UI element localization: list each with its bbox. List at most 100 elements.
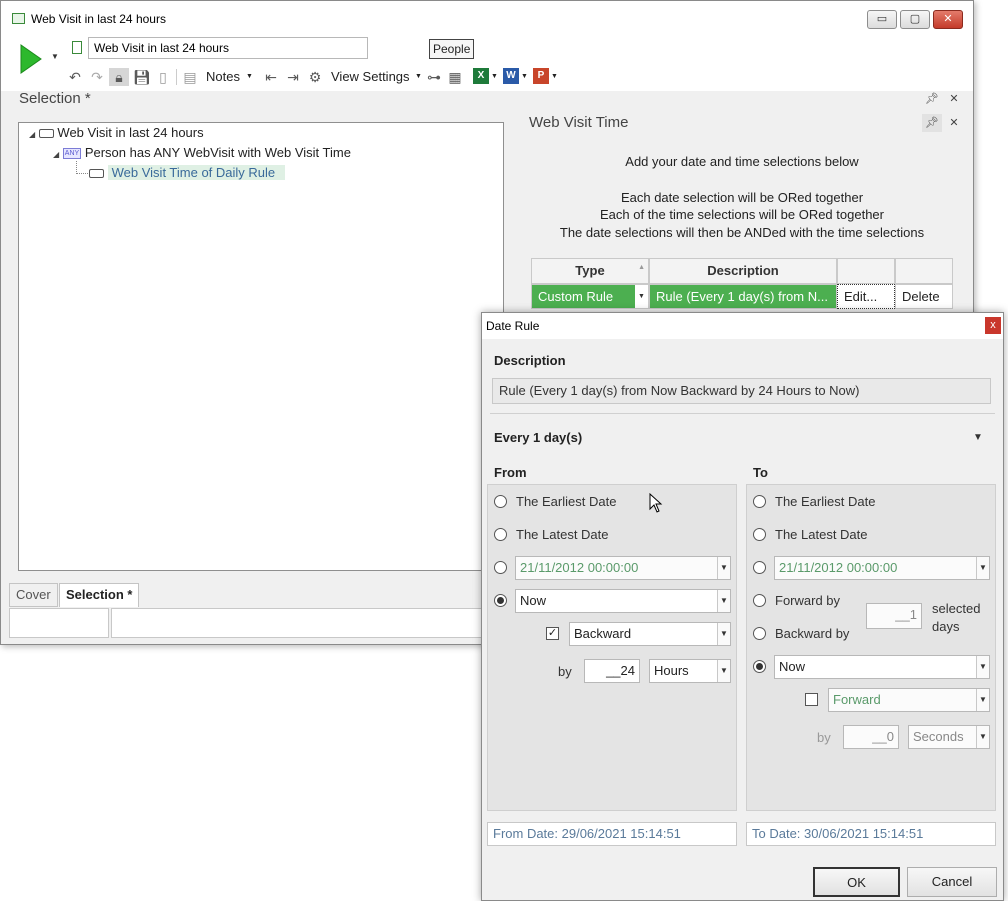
from-earliest-radio[interactable] xyxy=(494,495,507,508)
to-latest-radio[interactable] xyxy=(753,528,766,541)
to-earliest-label: The Earliest Date xyxy=(775,494,876,509)
run-dropdown-icon[interactable]: ▼ xyxy=(51,52,59,61)
undo-icon[interactable]: ↶ xyxy=(67,68,83,86)
sort-icon: ▲ xyxy=(638,264,645,271)
date-rule-dialog: Date Rule x Description Rule (Every 1 da… xyxy=(481,312,1004,901)
from-latest-radio[interactable] xyxy=(494,528,507,541)
chevron-down-icon: ▼ xyxy=(976,726,989,748)
status-cell-1 xyxy=(9,608,109,638)
notes-dropdown-icon[interactable]: ▼ xyxy=(246,73,253,80)
table-row-description[interactable]: Rule (Every 1 day(s) from N... xyxy=(649,284,837,309)
powerpoint-dropdown-icon[interactable]: ▼ xyxy=(551,73,558,80)
save-icon[interactable]: 💾︎ xyxy=(133,68,151,86)
from-date-picker[interactable]: 21/11/2012 00:00:00 ▼ xyxy=(515,556,731,580)
edit-rule-button[interactable]: Edit... xyxy=(837,284,895,309)
dialog-close-button[interactable]: x xyxy=(985,317,1001,334)
powerpoint-icon[interactable]: P xyxy=(533,68,549,84)
grid-icon[interactable]: ▦ xyxy=(447,68,463,86)
to-direction-checkbox[interactable] xyxy=(805,693,818,706)
from-now-radio[interactable] xyxy=(494,594,507,607)
from-label: From xyxy=(494,465,527,480)
table-row-type[interactable]: Custom Rule ▼ xyxy=(531,284,649,309)
selection-name-input[interactable]: Web Visit in last 24 hours xyxy=(88,37,368,59)
chevron-down-icon: ▼ xyxy=(717,557,730,579)
from-latest-label: The Latest Date xyxy=(516,527,609,542)
run-icon[interactable] xyxy=(19,44,43,74)
chevron-down-icon: ▼ xyxy=(717,660,730,682)
to-unit-select[interactable]: Seconds ▼ xyxy=(908,725,990,749)
column-header-delete xyxy=(895,258,953,284)
to-forward-by-radio[interactable] xyxy=(753,594,766,607)
to-date-picker[interactable]: 21/11/2012 00:00:00 ▼ xyxy=(774,556,990,580)
from-amount-input[interactable]: __24 xyxy=(584,659,640,683)
close-panel-icon[interactable]: ✕ xyxy=(944,114,964,132)
settings-gear-icon[interactable]: ⚙ xyxy=(307,68,323,86)
to-direction-select[interactable]: Forward ▼ xyxy=(828,688,990,712)
notes-icon[interactable]: ▤ xyxy=(183,68,197,86)
to-date-result: To Date: 30/06/2021 15:14:51 xyxy=(746,822,996,846)
hierarchy-icon[interactable]: ⊶ xyxy=(426,68,442,86)
from-anchor-select[interactable]: Now ▼ xyxy=(515,589,731,613)
ok-button[interactable]: OK xyxy=(813,867,900,897)
to-date-radio[interactable] xyxy=(753,561,766,574)
dialog-title: Date Rule xyxy=(486,319,540,333)
minimize-button[interactable]: ▭ xyxy=(867,10,897,29)
frequency-label[interactable]: Every 1 day(s) xyxy=(494,430,582,445)
database-icon[interactable]: ▯ xyxy=(156,68,170,86)
to-now-radio[interactable] xyxy=(753,660,766,673)
to-backward-by-radio[interactable] xyxy=(753,627,766,640)
from-direction-checkbox[interactable]: ✓ xyxy=(546,627,559,640)
expand-icon[interactable]: ◢ xyxy=(29,130,35,139)
tree-node-label: Person has ANY WebVisit with Web Visit T… xyxy=(84,145,351,160)
tab-selection[interactable]: Selection * xyxy=(59,583,140,607)
word-dropdown-icon[interactable]: ▼ xyxy=(521,73,528,80)
word-icon[interactable]: W xyxy=(503,68,519,84)
cancel-button[interactable]: Cancel xyxy=(907,867,997,897)
tree-node-any[interactable]: ◢ ANY Person has ANY WebVisit with Web V… xyxy=(53,143,351,163)
close-button[interactable]: ✕ xyxy=(933,10,963,29)
to-earliest-radio[interactable] xyxy=(753,495,766,508)
from-earliest-label: The Earliest Date xyxy=(516,494,617,509)
any-badge-icon: ANY xyxy=(62,148,82,160)
excel-icon[interactable]: X xyxy=(473,68,489,84)
tree-node-label: Web Visit in last 24 hours xyxy=(57,125,204,140)
frequency-dropdown-icon[interactable]: ▼ xyxy=(973,432,983,443)
selection-node-icon xyxy=(38,129,54,139)
from-unit-select[interactable]: Hours ▼ xyxy=(649,659,731,683)
column-header-description[interactable]: Description xyxy=(649,258,837,284)
people-button[interactable]: People xyxy=(429,39,475,59)
outdent-icon[interactable]: ⇤ xyxy=(263,68,279,86)
redo-icon[interactable]: ↷ xyxy=(89,68,105,86)
excel-dropdown-icon[interactable]: ▼ xyxy=(491,73,498,80)
description-field: Rule (Every 1 day(s) from Now Backward b… xyxy=(492,378,991,404)
notes-menu[interactable]: Notes xyxy=(206,69,240,84)
indent-icon[interactable]: ⇥ xyxy=(285,68,301,86)
rules-table: Type ▲ Description Custom Rule ▼ Rule (E… xyxy=(531,258,953,312)
tab-cover[interactable]: Cover xyxy=(9,583,58,607)
pin-icon[interactable]: 📌︎ xyxy=(922,114,942,132)
column-header-type[interactable]: Type ▲ xyxy=(531,258,649,284)
chevron-down-icon: ▼ xyxy=(976,557,989,579)
expand-icon[interactable]: ◢ xyxy=(53,150,59,159)
to-anchor-select[interactable]: Now ▼ xyxy=(774,655,990,679)
tree-node-root[interactable]: ◢ Web Visit in last 24 hours xyxy=(29,123,204,143)
maximize-button[interactable]: ▢ xyxy=(900,10,930,29)
lock-icon[interactable]: 🔒︎ xyxy=(109,68,129,86)
window-icon xyxy=(12,13,25,24)
to-days-input[interactable]: __1 xyxy=(866,603,922,629)
from-direction-select[interactable]: Backward ▼ xyxy=(569,622,731,646)
from-date-radio[interactable] xyxy=(494,561,507,574)
instructions-line-1: Each date selection will be ORed togethe… xyxy=(620,190,864,205)
instructions-line-3: The date selections will then be ANDed w… xyxy=(559,225,925,240)
instructions-intro: Add your date and time selections below xyxy=(625,154,859,169)
type-dropdown-icon[interactable]: ▼ xyxy=(635,285,648,308)
delete-rule-button[interactable]: Delete xyxy=(895,284,953,309)
close-panel-icon[interactable]: ✕ xyxy=(944,90,964,108)
view-settings-menu[interactable]: View Settings xyxy=(331,69,410,84)
pin-icon[interactable]: 📌︎ xyxy=(922,90,942,108)
tree-node-daily-rule[interactable]: Web Visit Time of Daily Rule xyxy=(89,163,286,183)
view-settings-dropdown-icon[interactable]: ▼ xyxy=(415,73,422,80)
from-date-result: From Date: 29/06/2021 15:14:51 xyxy=(487,822,737,846)
to-amount-input[interactable]: __0 xyxy=(843,725,899,749)
selection-header: Selection * xyxy=(19,90,91,107)
